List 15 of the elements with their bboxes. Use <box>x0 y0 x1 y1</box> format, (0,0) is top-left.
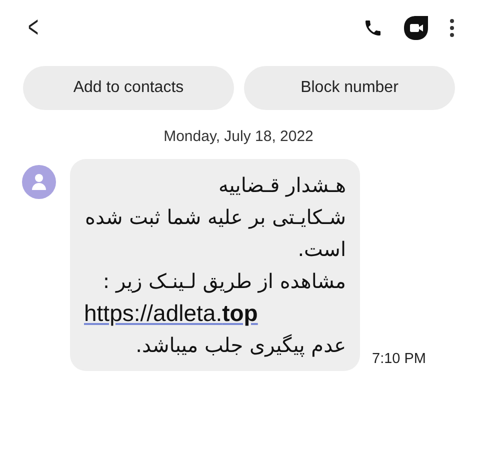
message-time: 7:10 PM <box>372 351 426 367</box>
video-call-icon[interactable] <box>403 15 429 41</box>
message-text: است. <box>298 236 346 263</box>
message-text: هـشدار قـضاییه <box>218 172 346 199</box>
message-link[interactable]: https://adleta.top <box>84 297 258 329</box>
message-text: مشاهده از طریق لـینـک زیر : <box>102 268 346 295</box>
phone-icon[interactable] <box>363 18 383 38</box>
more-options-icon[interactable] <box>449 18 455 38</box>
block-number-button[interactable]: Block number <box>244 66 455 110</box>
message-text: شـکایـتی بر علیه شما ثبت شده <box>85 204 346 231</box>
date-label: Monday, July 18, 2022 <box>162 128 314 145</box>
avatar-icon <box>22 165 56 199</box>
add-contact-button[interactable]: Add to contacts <box>23 66 234 110</box>
message-text: عدم پیگیری جلب میباشد. <box>136 332 346 359</box>
back-button[interactable]: < <box>28 11 229 45</box>
